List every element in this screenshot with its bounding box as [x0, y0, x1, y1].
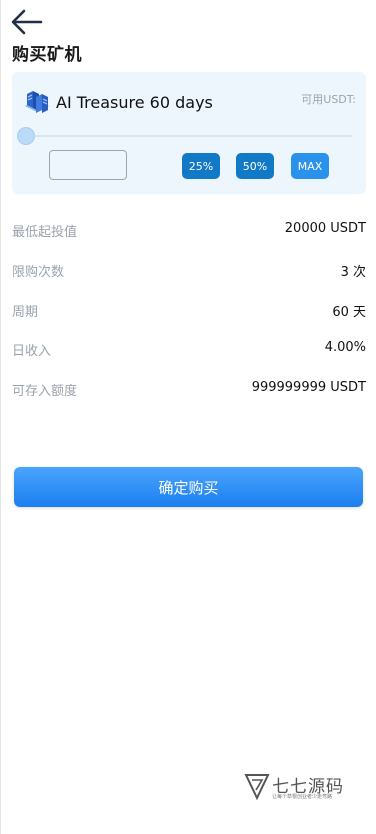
- detail-row-period: 周期 60 天: [12, 301, 366, 321]
- detail-value: 20000 USDT: [284, 221, 366, 236]
- detail-label: 最低起投值: [12, 225, 78, 240]
- detail-label: 限购次数: [12, 265, 65, 280]
- watermark-subtitle: 让每个草根创业者少走弯路: [272, 794, 333, 800]
- detail-row-min-investment: 最低起投值 20000 USDT: [12, 221, 366, 241]
- percent-50-button[interactable]: 50%: [236, 153, 274, 179]
- available-usdt-label: 可用USDT:: [301, 93, 356, 106]
- detail-value: 3 次: [340, 265, 366, 280]
- amount-slider-track[interactable]: [26, 135, 352, 137]
- page-title: 购买矿机: [12, 45, 82, 65]
- amount-input[interactable]: [49, 150, 127, 180]
- detail-value: 999999999 USDT: [251, 380, 366, 395]
- server-tower-icon: [25, 91, 49, 113]
- purchase-card: AI Treasure 60 days 可用USDT: 25% 50% MAX: [12, 72, 366, 194]
- detail-label: 周期: [12, 305, 39, 320]
- detail-value: 60 天: [332, 305, 366, 320]
- watermark: 七七源码 让每个草根创业者少走弯路: [244, 772, 356, 806]
- percent-25-button[interactable]: 25%: [182, 153, 220, 179]
- page-edge-line: [0, 0, 1, 834]
- detail-label: 可存入额度: [12, 384, 78, 399]
- detail-value: 4.00%: [324, 340, 366, 355]
- detail-row-purchase-limit: 限购次数 3 次: [12, 261, 366, 281]
- amount-slider-thumb[interactable]: [17, 127, 35, 145]
- detail-label: 日收入: [12, 344, 52, 359]
- detail-row-deposit-quota: 可存入额度 999999999 USDT: [12, 380, 366, 400]
- product-name: AI Treasure 60 days: [56, 93, 213, 112]
- max-button[interactable]: MAX: [291, 153, 329, 179]
- watermark-logo-icon: [244, 774, 270, 800]
- back-arrow-icon[interactable]: [10, 8, 44, 36]
- detail-row-daily-income: 日收入 4.00%: [12, 340, 366, 360]
- confirm-purchase-button[interactable]: 确定购买: [14, 467, 363, 507]
